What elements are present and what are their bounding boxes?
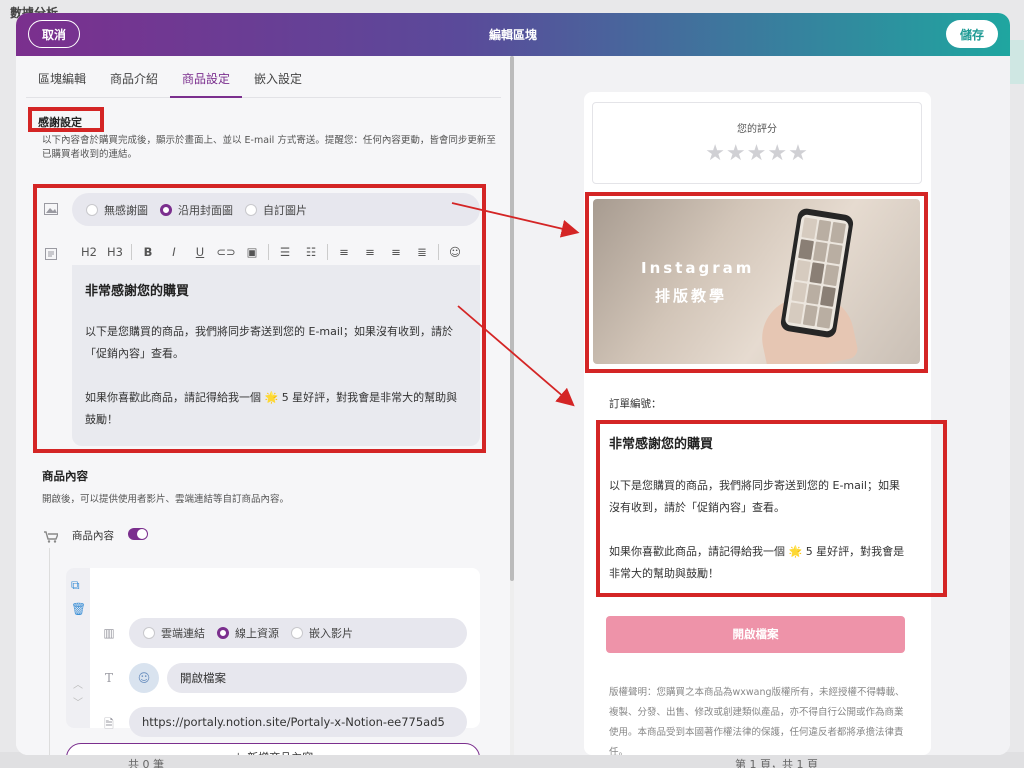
radio-custom-image[interactable]: 自訂圖片: [245, 202, 307, 218]
star-rating[interactable]: ★★★★★: [593, 141, 921, 166]
content-item-actions: ⧉ 🗑 ︿ ﹀: [66, 568, 90, 728]
emoji-picker-icon[interactable]: ☺: [129, 663, 159, 693]
move-down-icon[interactable]: ﹀: [73, 694, 83, 709]
edit-block-modal: 取消 編輯區塊 儲存 區塊編輯 商品介紹 商品設定 嵌入設定 感謝設定 以下內容…: [16, 13, 1010, 755]
bold-button[interactable]: B: [135, 245, 161, 259]
modal-header: 取消 編輯區塊 儲存: [16, 13, 1010, 56]
source-type-radio-group: 雲端連結 線上資源 嵌入影片: [129, 618, 467, 648]
italic-button[interactable]: I: [161, 245, 187, 259]
ordered-list-icon[interactable]: ☷: [298, 245, 324, 259]
align-center-icon[interactable]: ≡: [357, 245, 383, 259]
save-button[interactable]: 儲存: [946, 20, 998, 48]
align-left-icon[interactable]: ≡: [331, 245, 357, 259]
preview-paragraph-2: 如果你喜歡此商品，請記得給我一個 🌟 5 星好評，對我會是非常大的幫助與鼓勵！: [609, 545, 905, 580]
radio-online-resource[interactable]: 線上資源: [217, 625, 279, 641]
product-content-desc: 開啟後，可以提供使用者影片、雲端連結等自訂商品內容。: [42, 494, 290, 505]
tab-bar: 區塊編輯 商品介紹 商品設定 嵌入設定: [26, 60, 501, 98]
add-product-content-button[interactable]: ＋ 新增商品內容: [66, 743, 480, 755]
rating-box: 您的評分 ★★★★★: [592, 102, 922, 184]
h3-button[interactable]: H3: [102, 245, 128, 259]
thanks-rich-text-editor[interactable]: 非常感謝您的購買 以下是您購買的商品，我們將同步寄送到您的 E-mail；如果沒…: [72, 265, 480, 446]
image-insert-icon[interactable]: ▣: [239, 245, 265, 259]
product-content-toggle[interactable]: [128, 528, 148, 540]
editor-paragraph-2: 如果你喜歡此商品，請記得給我一個 🌟 5 星好評，對我會是非常大的幫助與鼓勵！: [85, 391, 458, 426]
bullet-list-icon[interactable]: ☰: [272, 245, 298, 259]
preview-panel: 您的評分 ★★★★★ Instagram 排版教學 訂單編號： 非常感謝您的購買…: [514, 56, 1010, 755]
underline-button[interactable]: U: [187, 245, 213, 259]
image-icon: [44, 203, 58, 215]
text-icon: T: [104, 671, 113, 685]
product-content-toggle-label: 商品內容: [72, 530, 114, 542]
radio-no-image[interactable]: 無感謝圖: [86, 202, 148, 218]
tree-line: [49, 548, 50, 755]
radio-use-cover[interactable]: 沿用封面圖: [160, 202, 233, 218]
radio-embed-video[interactable]: 嵌入影片: [291, 625, 353, 641]
resource-url-input[interactable]: https://portaly.notion.site/Portaly-x-No…: [129, 707, 467, 737]
tab-product-intro[interactable]: 商品介紹: [98, 60, 170, 97]
modal-title: 編輯區塊: [488, 28, 537, 42]
editor-paragraph-1: 以下是您購買的商品，我們將同步寄送到您的 E-mail；如果沒有收到，請於「促銷…: [85, 325, 453, 360]
thank-you-cover-image: Instagram 排版教學: [593, 199, 920, 364]
cart-icon: [44, 528, 60, 543]
preview-paragraph-1: 以下是您購買的商品，我們將同步寄送到您的 E-mail；如果沒有收到，請於「促銷…: [609, 479, 900, 514]
background-record-count: 共 0 筆: [128, 758, 164, 768]
settings-panel: 區塊編輯 商品介紹 商品設定 嵌入設定 感謝設定 以下內容會於購買完成後，顯示於…: [16, 56, 510, 755]
rating-label: 您的評分: [737, 124, 777, 135]
tab-block-edit[interactable]: 區塊編輯: [26, 60, 98, 97]
document-icon: [44, 248, 58, 260]
align-justify-icon[interactable]: ≣: [409, 245, 435, 259]
copy-icon[interactable]: ⧉: [71, 578, 80, 593]
trash-icon[interactable]: 🗑: [71, 602, 86, 616]
move-up-icon[interactable]: ︿: [73, 676, 83, 691]
thanks-section-desc: 以下內容會於購買完成後，顯示於畫面上、並以 E-mail 方式寄送。提醒您：任何…: [42, 135, 496, 160]
cover-text-line-1: Instagram: [641, 259, 755, 277]
copyright-notice: 版權聲明：您購買之本商品為wxwang版權所有，未經授權不得轉載、複製、分發、出…: [609, 687, 905, 755]
background-pager: 第 1 頁，共 1 頁: [735, 758, 818, 768]
thanks-section-title: 感謝設定: [38, 116, 82, 129]
radio-cloud-link[interactable]: 雲端連結: [143, 625, 205, 641]
file-icon: 🗎: [104, 717, 114, 731]
tab-product-settings[interactable]: 商品設定: [170, 60, 243, 98]
open-file-button[interactable]: 開啟檔案: [606, 616, 905, 653]
order-number-label: 訂單編號：: [609, 398, 662, 410]
tab-embed-settings[interactable]: 嵌入設定: [242, 60, 314, 97]
product-content-title: 商品內容: [42, 469, 88, 483]
content-item-card: [66, 568, 480, 728]
editor-heading: 非常感謝您的購買: [85, 284, 190, 299]
preview-heading: 非常感謝您的購買: [609, 437, 714, 452]
button-text-input[interactable]: 開啟檔案: [167, 663, 467, 693]
gift-icon: ▥: [103, 626, 115, 640]
thanks-image-radio-group: 無感謝圖 沿用封面圖 自訂圖片: [72, 193, 480, 226]
background-strip: [1010, 40, 1024, 84]
editor-toolbar: H2 H3 B I U ⊂⊃ ▣ ☰ ☷ ≡ ≡ ≡ ≣ ☺: [76, 242, 480, 262]
emoji-icon[interactable]: ☺: [442, 245, 468, 259]
align-right-icon[interactable]: ≡: [383, 245, 409, 259]
cover-text-line-2: 排版教學: [655, 287, 728, 305]
h2-button[interactable]: H2: [76, 245, 102, 259]
link-icon[interactable]: ⊂⊃: [213, 245, 239, 259]
